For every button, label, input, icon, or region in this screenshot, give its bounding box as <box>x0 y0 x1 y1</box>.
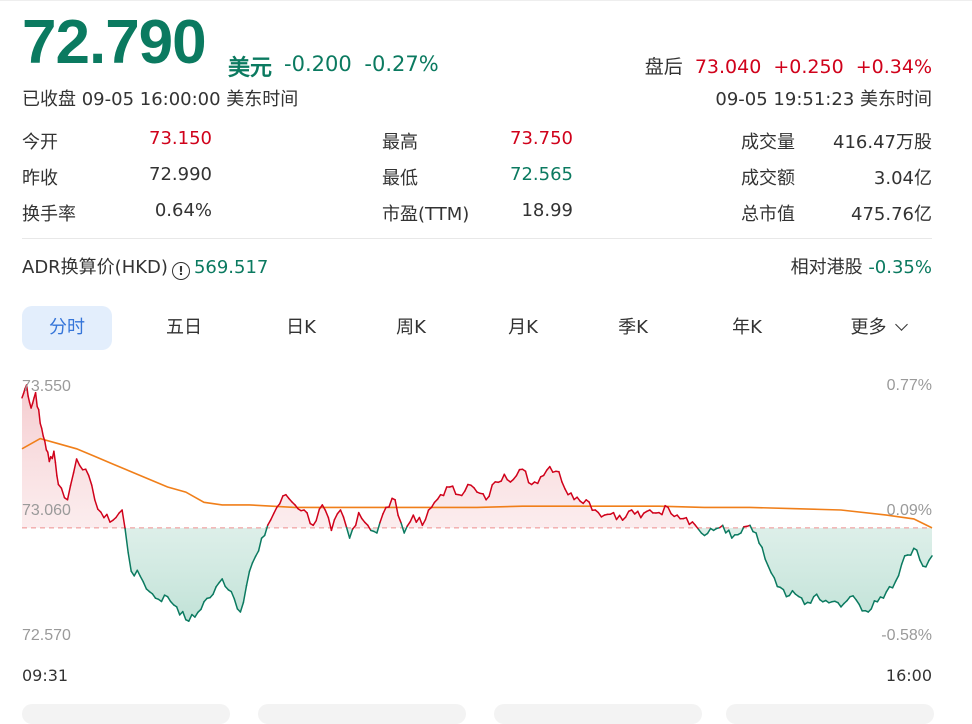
after-hours-label: 盘后 <box>645 56 683 78</box>
bottom-card[interactable] <box>22 704 230 724</box>
y-axis-label-left: 73.550 <box>22 378 71 395</box>
info-icon[interactable]: ! <box>172 262 190 280</box>
intraday-chart[interactable]: 73.550 73.060 72.570 0.77% 0.09% -0.58% <box>0 370 972 670</box>
stat-label: 换手率 <box>22 200 76 226</box>
tab-yearly-k[interactable]: 年K <box>702 306 792 350</box>
stat-value: 73.750 <box>510 128 573 149</box>
stat-label: 昨收 <box>22 164 58 190</box>
bottom-card[interactable] <box>726 704 934 724</box>
y-axis-label-right: 0.09% <box>887 502 932 519</box>
stat-label: 成交量 <box>741 128 795 154</box>
adr-price: ADR换算价(HKD)!569.517 <box>22 253 268 280</box>
stat-label: 成交额 <box>741 164 795 190</box>
after-hours-quote: 盘后 73.040 +0.250 +0.34% <box>639 52 932 79</box>
tab-more-label: 更多 <box>851 317 887 338</box>
stats-column-1: 今开 73.150 昨收 72.990 换手率 0.64% <box>22 128 212 236</box>
stat-value: 72.565 <box>510 164 573 185</box>
relative-hk-label: 相对港股 <box>791 257 863 278</box>
stat-prev-close: 昨收 72.990 <box>22 164 212 200</box>
stat-market-cap: 总市值 475.76亿 <box>741 200 932 236</box>
chart-period-tabs: 分时 五日 日K 周K 月K 季K 年K 更多 <box>22 306 934 350</box>
stats-column-3: 成交量 416.47万股 成交额 3.04亿 总市值 475.76亿 <box>741 128 932 236</box>
stat-value: 416.47万股 <box>833 128 932 154</box>
stat-high: 最高 73.750 <box>382 128 573 164</box>
market-status: 已收盘 09-05 16:00:00 美东时间 <box>22 85 298 111</box>
stats-column-2: 最高 73.750 最低 72.565 市盈(TTM) 18.99 <box>382 128 573 236</box>
after-hours-price: 73.040 <box>695 56 761 78</box>
relative-hk-value: -0.35% <box>868 257 932 278</box>
y-axis-label-right: -0.58% <box>881 627 932 644</box>
x-axis-end: 16:00 <box>886 666 932 685</box>
stat-open: 今开 73.150 <box>22 128 212 164</box>
stat-amount: 成交额 3.04亿 <box>741 164 932 200</box>
y-axis-label-left: 73.060 <box>22 502 71 519</box>
stat-label: 最高 <box>382 128 418 154</box>
stat-value: 3.04亿 <box>874 164 932 190</box>
tab-weekly-k[interactable]: 周K <box>366 306 456 350</box>
stat-label: 今开 <box>22 128 58 154</box>
y-axis-label-right: 0.77% <box>887 377 932 394</box>
tab-daily-k[interactable]: 日K <box>256 306 346 350</box>
bottom-card[interactable] <box>258 704 466 724</box>
stat-volume: 成交量 416.47万股 <box>741 128 932 164</box>
bottom-cards <box>22 704 934 724</box>
price-change: -0.200 -0.27% <box>284 52 445 76</box>
tab-quarterly-k[interactable]: 季K <box>588 306 678 350</box>
bottom-card[interactable] <box>494 704 702 724</box>
after-hours-change: +0.250 <box>773 56 843 78</box>
adr-value: 569.517 <box>194 257 268 278</box>
change-percent: -0.27% <box>364 52 438 76</box>
last-price: 72.790 <box>22 12 206 74</box>
stat-low: 最低 72.565 <box>382 164 573 200</box>
stat-value: 0.64% <box>155 200 212 221</box>
tab-intraday[interactable]: 分时 <box>22 306 112 350</box>
adr-label: ADR换算价(HKD) <box>22 257 168 278</box>
y-axis-label-left: 72.570 <box>22 627 71 644</box>
tab-more[interactable]: 更多 <box>822 306 934 350</box>
after-hours-time: 09-05 19:51:23 美东时间 <box>715 85 932 111</box>
relative-hk: 相对港股 -0.35% <box>791 253 932 279</box>
currency-unit: 美元 <box>228 50 272 82</box>
chevron-down-icon <box>895 318 908 331</box>
divider <box>22 238 932 239</box>
stat-value: 73.150 <box>149 128 212 149</box>
stat-value: 72.990 <box>149 164 212 185</box>
stat-label: 最低 <box>382 164 418 190</box>
stat-value: 475.76亿 <box>851 200 932 226</box>
stat-turnover-rate: 换手率 0.64% <box>22 200 212 236</box>
stat-pe-ttm: 市盈(TTM) 18.99 <box>382 200 573 236</box>
after-hours-change-pct: +0.34% <box>856 56 932 78</box>
stat-label: 市盈(TTM) <box>382 200 469 226</box>
x-axis-start: 09:31 <box>22 666 68 685</box>
stat-value: 18.99 <box>521 200 573 221</box>
stat-label: 总市值 <box>741 200 795 226</box>
chart-svg: 73.550 73.060 72.570 0.77% 0.09% -0.58% <box>0 370 972 670</box>
tab-five-day[interactable]: 五日 <box>139 306 229 350</box>
top-border <box>0 0 972 1</box>
change-amount: -0.200 <box>284 52 352 76</box>
tab-monthly-k[interactable]: 月K <box>478 306 568 350</box>
